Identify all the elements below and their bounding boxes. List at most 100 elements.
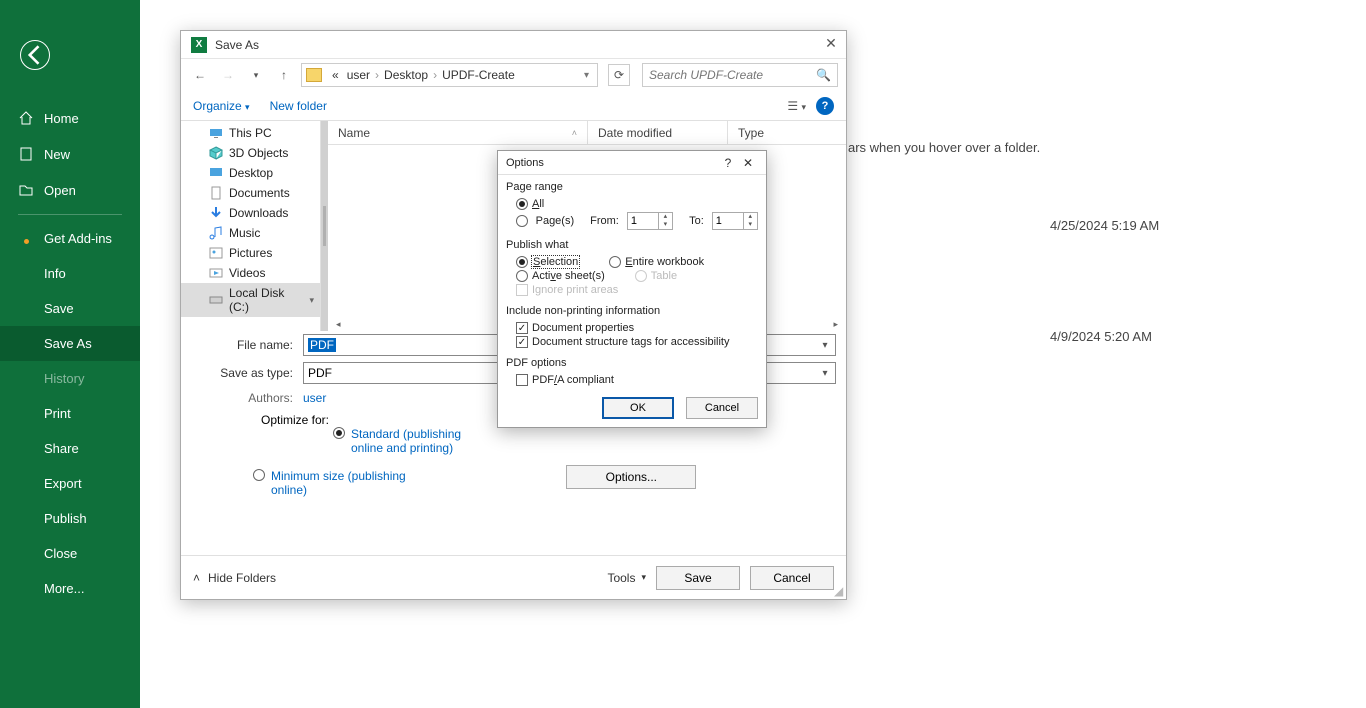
- sidebar-item-info[interactable]: Info: [0, 256, 140, 291]
- sidebar-label: Print: [44, 406, 71, 421]
- save-button[interactable]: Save: [656, 566, 740, 590]
- docprops-checkbox[interactable]: ✓Document properties: [516, 322, 634, 334]
- nav-back-button[interactable]: ←: [189, 64, 211, 86]
- back-button[interactable]: [20, 40, 50, 70]
- saveas-toolbar: Organize ▾ New folder ☰ ▾ ?: [181, 91, 846, 121]
- splitter-handle[interactable]: [321, 121, 328, 331]
- tree-videos[interactable]: Videos: [181, 263, 320, 283]
- organize-button[interactable]: Organize ▾: [193, 99, 250, 113]
- tree-pictures[interactable]: Pictures: [181, 243, 320, 263]
- sidebar-item-print[interactable]: Print: [0, 396, 140, 431]
- resize-grip[interactable]: ◢: [834, 587, 844, 597]
- tree-localdisk[interactable]: Local Disk (C:)▾: [181, 283, 320, 317]
- sidebar-item-export[interactable]: Export: [0, 466, 140, 501]
- ignore-print-checkbox: Ignore print areas: [516, 284, 618, 296]
- tree-thispc[interactable]: This PC: [181, 123, 320, 143]
- spin-down-icon[interactable]: ▾: [744, 221, 757, 229]
- tree-desktop[interactable]: Desktop: [181, 163, 320, 183]
- saveas-footer: ˄ Hide Folders Tools ▾ Save Cancel: [181, 555, 846, 599]
- scroll-left-icon[interactable]: ◂: [332, 319, 345, 330]
- tree-music[interactable]: Music: [181, 223, 320, 243]
- sidebar-item-more[interactable]: More...: [0, 571, 140, 606]
- filename-value[interactable]: PDF: [308, 338, 336, 352]
- pinned-date-2: 4/9/2024 5:20 AM: [1050, 329, 1152, 344]
- pdfa-checkbox[interactable]: PDF/A compliant: [516, 374, 614, 386]
- sidebar-item-home[interactable]: Home: [0, 100, 140, 136]
- from-spinner[interactable]: ▴▾: [627, 212, 673, 230]
- hide-folders-button[interactable]: ˄ Hide Folders: [193, 571, 276, 585]
- cancel-button[interactable]: Cancel: [750, 566, 834, 590]
- docstruct-checkbox[interactable]: ✓Document structure tags for accessibili…: [516, 336, 729, 348]
- chevron-down-icon[interactable]: ▾: [817, 365, 833, 381]
- to-spinner[interactable]: ▴▾: [712, 212, 758, 230]
- new-folder-button[interactable]: New folder: [270, 99, 327, 113]
- ok-button[interactable]: OK: [602, 397, 674, 419]
- col-date[interactable]: Date modified: [588, 121, 728, 144]
- saveas-close-button[interactable]: ✕: [822, 35, 840, 53]
- list-header: Name˄ Date modified Type: [328, 121, 846, 145]
- chevron-up-icon: ˄: [193, 571, 200, 585]
- view-button[interactable]: ☰ ▾: [787, 99, 806, 113]
- sidebar-item-addins[interactable]: Get Add-ins: [0, 221, 140, 256]
- doc-icon: [209, 186, 223, 200]
- checkbox-icon: [516, 374, 528, 386]
- spin-down-icon[interactable]: ▾: [659, 221, 672, 229]
- tools-dropdown[interactable]: Tools ▾: [607, 571, 646, 585]
- selection-radio[interactable]: Selection: [516, 256, 579, 268]
- disk-icon: [209, 293, 223, 307]
- spin-up-icon[interactable]: ▴: [659, 213, 672, 221]
- sidebar-item-publish[interactable]: Publish: [0, 501, 140, 536]
- sidebar-item-open[interactable]: Open: [0, 172, 140, 208]
- filename-label: File name:: [191, 338, 303, 352]
- options-cancel-button[interactable]: Cancel: [686, 397, 758, 419]
- col-type[interactable]: Type: [728, 121, 846, 144]
- radio-icon: [635, 270, 647, 282]
- nav-recent-button[interactable]: ▾: [245, 64, 267, 86]
- address-bar[interactable]: « user › Desktop › UPDF-Create ▾: [301, 63, 598, 87]
- sidebar-item-close[interactable]: Close: [0, 536, 140, 571]
- chevron-down-icon[interactable]: ▾: [580, 70, 593, 81]
- pages-radio-row[interactable]: Page(s) From: ▴▾ To: ▴▾: [506, 211, 758, 231]
- tree-documents[interactable]: Documents: [181, 183, 320, 203]
- active-sheets-radio[interactable]: Active sheet(s): [516, 270, 605, 282]
- sidebar-item-saveas[interactable]: Save As: [0, 326, 140, 361]
- all-radio-row[interactable]: All: [506, 197, 758, 211]
- saveas-titlebar: X Save As ✕: [181, 31, 846, 59]
- chevron-down-icon: ▾: [245, 102, 250, 112]
- options-close-button[interactable]: ✕: [738, 156, 758, 170]
- sidebar-item-share[interactable]: Share: [0, 431, 140, 466]
- sidebar-label: Publish: [44, 511, 87, 526]
- search-icon[interactable]: 🔍: [816, 68, 831, 82]
- sidebar-separator: [18, 214, 122, 215]
- tree-downloads[interactable]: Downloads: [181, 203, 320, 223]
- optimize-standard-radio[interactable]: Standard (publishing online and printing…: [253, 427, 836, 455]
- options-help-button[interactable]: ?: [718, 156, 738, 170]
- chevron-down-icon[interactable]: ▾: [817, 337, 833, 353]
- entire-workbook-radio[interactable]: Entire workbook: [609, 256, 704, 268]
- breadcrumb-desktop[interactable]: Desktop: [380, 68, 432, 82]
- sidebar-label: Info: [44, 266, 66, 281]
- nav-forward-button[interactable]: →: [217, 64, 239, 86]
- nav-up-button[interactable]: ↑: [273, 64, 295, 86]
- authors-value[interactable]: user: [303, 391, 326, 405]
- search-box[interactable]: 🔍: [642, 63, 838, 87]
- authors-label: Authors:: [191, 391, 303, 405]
- search-input[interactable]: [649, 68, 816, 82]
- sidebar-item-new[interactable]: New: [0, 136, 140, 172]
- breadcrumb-user[interactable]: user: [343, 68, 374, 82]
- sidebar-item-save[interactable]: Save: [0, 291, 140, 326]
- include-section: Include non-printing information ✓Docume…: [498, 299, 766, 351]
- col-name[interactable]: Name˄: [328, 121, 588, 144]
- saveas-navbar: ← → ▾ ↑ « user › Desktop › UPDF-Create ▾…: [181, 59, 846, 91]
- tree-3dobjects[interactable]: 3D Objects: [181, 143, 320, 163]
- scroll-right-icon[interactable]: ▸: [829, 319, 842, 330]
- radio-icon: [333, 427, 345, 439]
- breadcrumb-updf[interactable]: UPDF-Create: [438, 68, 519, 82]
- radio-icon: [516, 198, 528, 210]
- spin-up-icon[interactable]: ▴: [744, 213, 757, 221]
- radio-icon: [516, 215, 528, 227]
- refresh-button[interactable]: ⟳: [608, 64, 630, 86]
- optimize-minimum-radio[interactable]: Minimum size (publishing online): [253, 469, 411, 497]
- help-button[interactable]: ?: [816, 97, 834, 115]
- options-button[interactable]: Options...: [566, 465, 696, 489]
